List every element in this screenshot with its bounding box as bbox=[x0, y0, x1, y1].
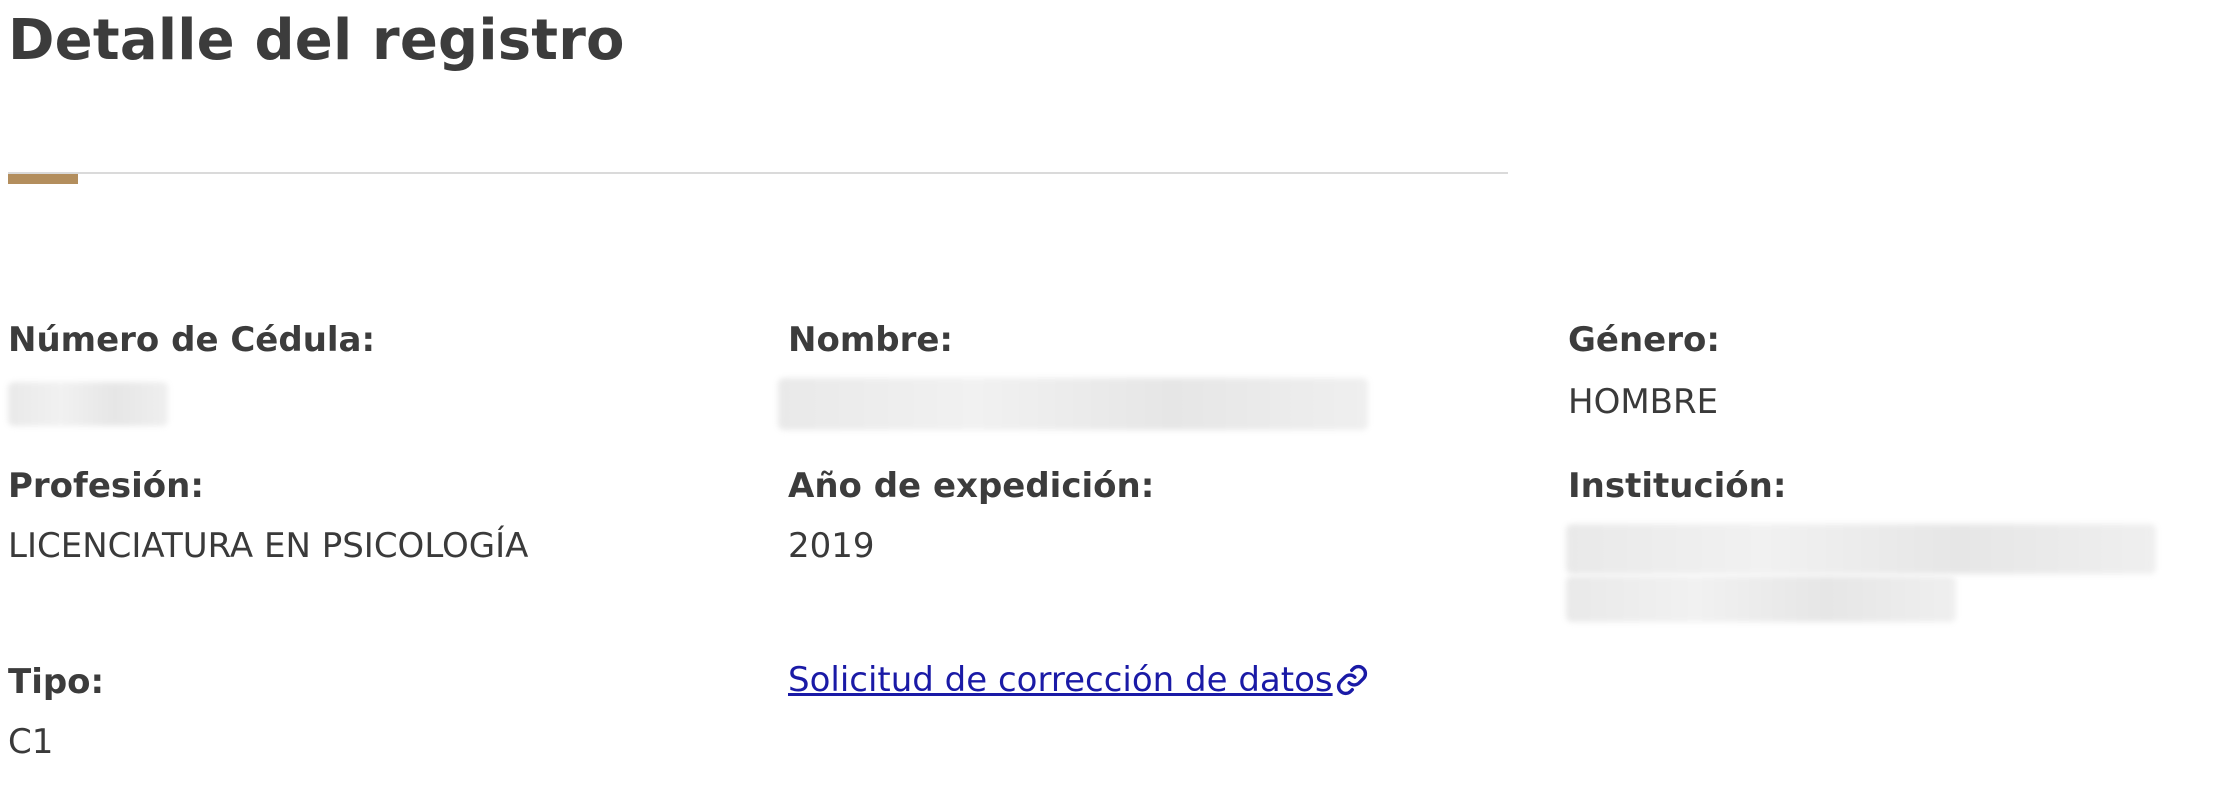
tipo-label: Tipo: bbox=[8, 662, 105, 702]
profesion-label: Profesión: bbox=[8, 466, 204, 506]
title-divider bbox=[8, 172, 1508, 174]
genero-value: HOMBRE bbox=[1568, 382, 1719, 422]
title-divider-accent bbox=[8, 174, 78, 184]
anio-label: Año de expedición: bbox=[788, 466, 1155, 506]
institucion-value-redacted-line2 bbox=[1566, 576, 1956, 622]
nombre-label: Nombre: bbox=[788, 320, 954, 360]
link-icon bbox=[1335, 663, 1369, 697]
profesion-value: LICENCIATURA EN PSICOLOGÍA bbox=[8, 526, 529, 566]
nombre-value-redacted bbox=[778, 378, 1368, 430]
cedula-value-redacted bbox=[8, 382, 168, 426]
anio-value: 2019 bbox=[788, 526, 875, 566]
page-title: Detalle del registro bbox=[8, 8, 625, 73]
tipo-value: C1 bbox=[8, 722, 54, 762]
genero-label: Género: bbox=[1568, 320, 1720, 360]
institucion-value-redacted-line1 bbox=[1566, 524, 2156, 574]
institucion-label: Institución: bbox=[1568, 466, 1787, 506]
cedula-label: Número de Cédula: bbox=[8, 320, 376, 360]
correction-request-link[interactable]: Solicitud de corrección de datos bbox=[788, 660, 1369, 700]
correction-request-link-label: Solicitud de corrección de datos bbox=[788, 660, 1333, 700]
